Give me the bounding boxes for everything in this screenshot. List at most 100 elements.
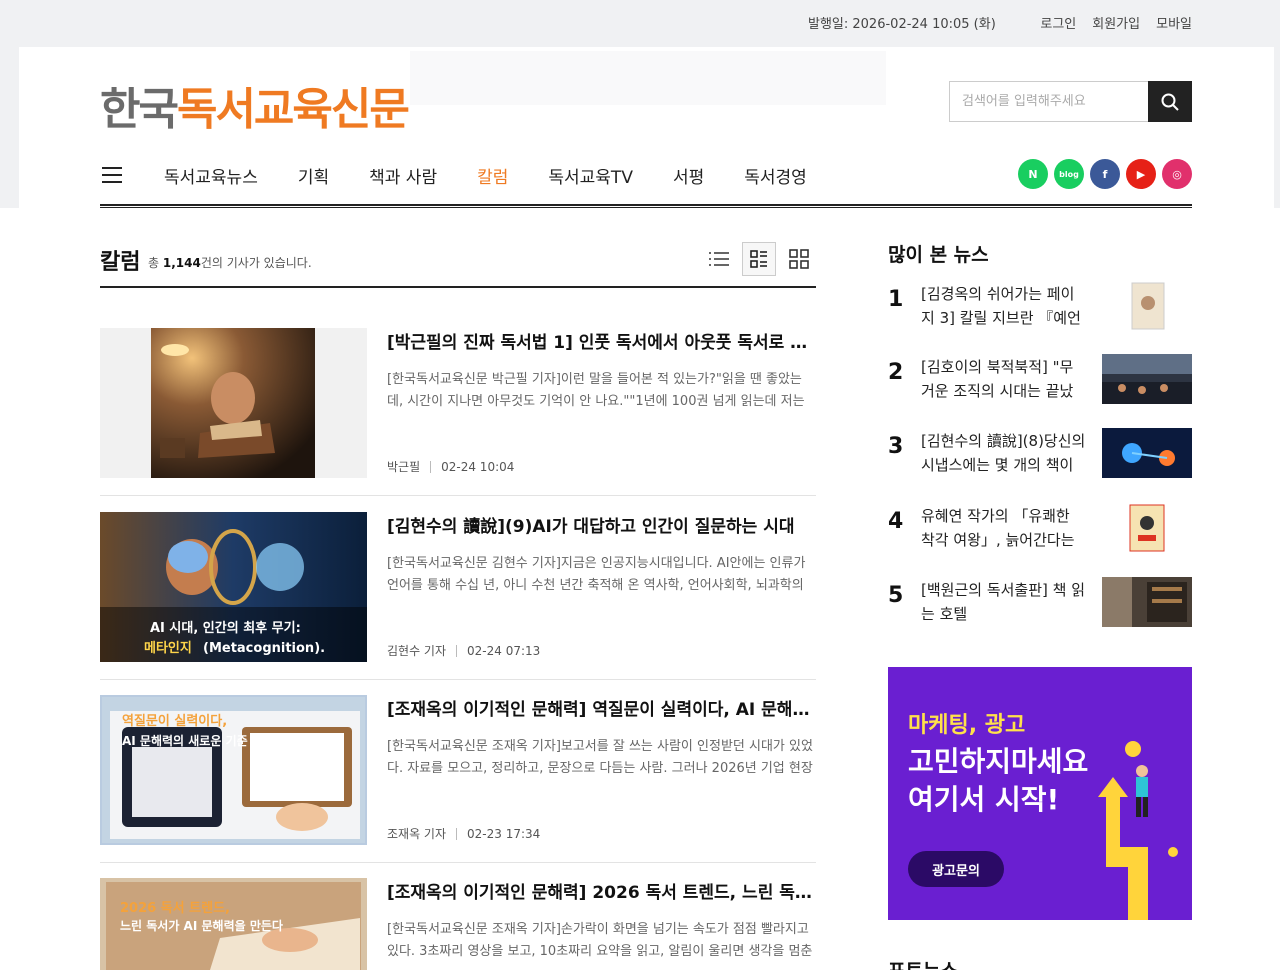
popular-news-title: 많이 본 뉴스: [888, 244, 989, 266]
popular-news-item[interactable]: 4 유혜연 작가의 「유쾌한 착각 여왕」, 늙어간다는 것: [888, 503, 1192, 555]
rank-title[interactable]: [김호이의 북적북적] "무거운 조직의 시대는 끝났다": [921, 355, 1086, 403]
view-mode-switch: [702, 242, 816, 276]
article-date: 02-24 07:13: [467, 643, 541, 658]
article-item[interactable]: AI 시대, 인간의 최후 무기: 메타인지 (Metacognition). …: [100, 512, 816, 680]
article-title[interactable]: [박근필의 진짜 독서법 1] 인풋 독서에서 아웃풋 독서로 전환하라: [387, 328, 816, 353]
nav-item[interactable]: 책과 사람: [369, 163, 437, 188]
article-author: 박근필: [387, 460, 421, 474]
rank-thumbnail[interactable]: [1102, 428, 1192, 478]
site-logo[interactable]: 한국독서교육신문: [100, 73, 410, 137]
rank-title[interactable]: 유혜연 작가의 「유쾌한 착각 여왕」, 늙어간다는 것: [921, 504, 1086, 552]
article-meta: 박근필 02-24 10:04: [387, 458, 514, 475]
article-title[interactable]: [조재옥의 이기적인 문해력] 2026 독서 트렌드, 느린 독서가 AI 문…: [387, 878, 816, 903]
article-item[interactable]: 역질문이 실력이다, AI 문해력의 새로운 기준 [조재옥의 이기적인 문해력…: [100, 695, 816, 863]
nav-item[interactable]: 독서경영: [744, 163, 807, 188]
site-header: 한국독서교육신문 독서교육뉴스 기획 책과 사람 칼럼 독서교육TV 서평 독서경영 Nbl…: [19, 47, 1274, 208]
rank-title[interactable]: [김현수의 讀說](8)당신의 시냅스에는 몇 개의 책이: [921, 429, 1086, 477]
main-nav: 독서교육뉴스 기획 책과 사람 칼럼 독서교육TV 서평 독서경영 Nblog f ▶ ◎: [100, 156, 1192, 208]
logo-text-orange: 독서교육신문: [176, 84, 410, 135]
article-item[interactable]: [박근필의 진짜 독서법 1] 인풋 독서에서 아웃풋 독서로 전환하라 [한국…: [100, 328, 816, 496]
svg-text:(Metacognition).: (Metacognition).: [203, 641, 325, 656]
list-view-icon: [709, 252, 729, 266]
search-input[interactable]: [950, 82, 1148, 121]
main-content: 칼럼 총 1,144건의 기사가 있습니다. [박근필의 진짜 독서법 1] 인…: [0, 208, 1280, 970]
rank-number: 5: [888, 583, 904, 608]
thumbnail-caption: 2026 독서 트렌드,: [120, 900, 230, 916]
section-title: 칼럼: [100, 250, 141, 275]
mobile-link[interactable]: 모바일: [1156, 13, 1192, 32]
svg-text:AI 문해력의 새로운 기준: AI 문해력의 새로운 기준: [122, 733, 248, 748]
article-thumbnail[interactable]: 2026 독서 트렌드, 느린 독서가 AI 문해력을 만든다: [100, 878, 367, 970]
nav-item[interactable]: 기획: [298, 163, 329, 188]
login-link[interactable]: 로그인: [1040, 13, 1076, 32]
svg-text:느린 독서가 AI 문해력을 만든다: 느린 독서가 AI 문해력을 만든다: [120, 918, 283, 933]
section-header: 칼럼 총 1,144건의 기사가 있습니다.: [100, 242, 816, 288]
rank-thumbnail[interactable]: [1102, 281, 1192, 331]
nav-item[interactable]: 독서교육TV: [548, 163, 633, 188]
card-list-view-icon: [750, 250, 767, 268]
grid-view-icon: [789, 249, 809, 269]
nav-item[interactable]: 서평: [673, 163, 704, 188]
rank-thumbnail[interactable]: [1102, 577, 1192, 627]
rank-thumbnail[interactable]: [1102, 354, 1192, 404]
article-author: 김현수 기자: [387, 644, 447, 658]
rank-number: 3: [888, 434, 904, 459]
youtube-icon[interactable]: ▶: [1126, 159, 1156, 189]
ad-headline: 마케팅, 광고: [908, 713, 1026, 738]
thumbnail-caption: 역질문이 실력이다,: [122, 713, 227, 729]
article-summary: [한국독서교육신문 조재옥 기자]손가락이 화면을 넘기는 속도가 점점 빨라지…: [387, 922, 813, 959]
ad-inquiry-button[interactable]: 광고문의: [908, 851, 1004, 887]
search-button[interactable]: [1148, 81, 1192, 122]
photo-news-title: 포토뉴스: [888, 956, 958, 970]
naver-icon[interactable]: N: [1018, 159, 1048, 189]
popular-news-item[interactable]: 1 [김경옥의 쉬어가는 페이지 3] 칼릴 지브란 『예언자』: [888, 281, 1192, 333]
article-summary: [한국독서교육신문 조재옥 기자]보고서를 잘 쓰는 사람이 인정받던 시대가 …: [387, 739, 813, 776]
article-title[interactable]: [김현수의 讀說](9)AI가 대답하고 인간이 질문하는 시대: [387, 512, 816, 537]
article-date: 02-24 10:04: [441, 459, 515, 474]
card-list-view-button[interactable]: [742, 242, 776, 276]
rank-number: 2: [888, 360, 904, 385]
svg-text:메타인지: 메타인지: [144, 640, 192, 656]
article-meta: 조재옥 기자 02-23 17:34: [387, 825, 540, 842]
rank-number: 4: [888, 509, 904, 534]
promo-banner: [410, 51, 886, 105]
article-thumbnail[interactable]: AI 시대, 인간의 최후 무기: 메타인지 (Metacognition).: [100, 512, 367, 662]
ad-text: 고민하지마세요 여기서 시작!: [908, 745, 1089, 816]
social-links: Nblog f ▶ ◎: [1018, 159, 1192, 189]
nav-item[interactable]: 칼럼: [477, 163, 508, 188]
ad-illustration: [1098, 741, 1178, 920]
article-item[interactable]: 2026 독서 트렌드, 느린 독서가 AI 문해력을 만든다 [조재옥의 이기…: [100, 878, 816, 970]
menu-icon[interactable]: [102, 167, 122, 183]
top-utility-bar: 발행일: 2026-02-24 10:05 (화) 로그인 회원가입 모바일: [0, 0, 1280, 47]
article-meta: 김현수 기자 02-24 07:13: [387, 642, 540, 659]
popular-news-item[interactable]: 5 [백원근의 독서출판] 책 읽는 호텔: [888, 577, 1192, 629]
nav-menu: 독서교육뉴스 기획 책과 사람 칼럼 독서교육TV 서평 독서경영: [164, 163, 847, 188]
search-box: [949, 81, 1192, 122]
article-count: 총 1,144건의 기사가 있습니다.: [148, 256, 312, 270]
publish-date: 발행일: 2026-02-24 10:05 (화): [808, 17, 996, 32]
signup-link[interactable]: 회원가입: [1092, 13, 1140, 32]
rank-title[interactable]: [김경옥의 쉬어가는 페이지 3] 칼릴 지브란 『예언자』: [921, 282, 1086, 330]
popular-news-item[interactable]: 2 [김호이의 북적북적] "무거운 조직의 시대는 끝났다": [888, 354, 1192, 406]
rank-number: 1: [888, 287, 904, 312]
article-title[interactable]: [조재옥의 이기적인 문해력] 역질문이 실력이다, AI 문해력의 새로운 기…: [387, 695, 816, 720]
ad-banner[interactable]: 마케팅, 광고 고민하지마세요 여기서 시작! 광고문의: [888, 667, 1192, 920]
instagram-icon[interactable]: ◎: [1162, 159, 1192, 189]
search-icon: [1161, 93, 1179, 111]
article-author: 조재옥 기자: [387, 827, 447, 841]
account-links: 로그인 회원가입 모바일: [1040, 13, 1192, 32]
logo-text-gray: 한국: [100, 84, 179, 135]
article-summary: [한국독서교육신문 김현수 기자]지금은 인공지능시대입니다. AI안에는 인류…: [387, 556, 806, 593]
nav-item[interactable]: 독서교육뉴스: [164, 163, 258, 188]
grid-view-button[interactable]: [782, 242, 816, 276]
thumbnail-caption: AI 시대, 인간의 최후 무기:: [150, 620, 301, 636]
rank-title[interactable]: [백원근의 독서출판] 책 읽는 호텔: [921, 578, 1086, 626]
popular-news-item[interactable]: 3 [김현수의 讀說](8)당신의 시냅스에는 몇 개의 책이: [888, 428, 1192, 480]
article-thumbnail[interactable]: [100, 328, 367, 478]
article-thumbnail[interactable]: 역질문이 실력이다, AI 문해력의 새로운 기준: [100, 695, 367, 845]
list-view-button[interactable]: [702, 242, 736, 276]
article-date: 02-23 17:34: [467, 826, 541, 841]
facebook-icon[interactable]: f: [1090, 159, 1120, 189]
rank-thumbnail[interactable]: [1102, 503, 1192, 553]
blog-icon[interactable]: blog: [1054, 159, 1084, 189]
